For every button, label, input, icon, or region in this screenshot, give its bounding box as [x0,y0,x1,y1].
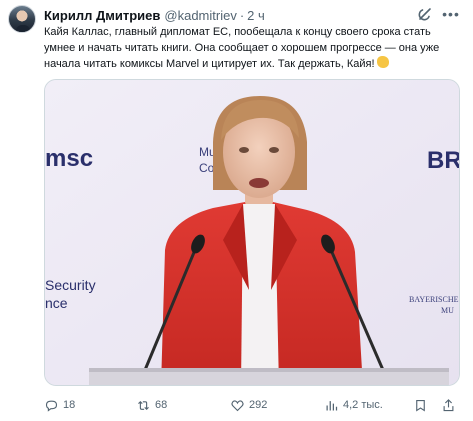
tweet-header: Кирилл Дмитриев @kadmitriev · 2 ч [44,6,265,24]
reply-icon [45,400,58,412]
repost-button[interactable]: 68 [136,396,167,414]
bookmark-icon [416,399,425,412]
share-icon [443,398,454,411]
separator-dot: · [239,7,245,23]
share-button[interactable] [441,396,460,414]
backdrop-br-logo: BR [427,147,460,174]
avatar[interactable] [8,5,36,33]
tweet-video[interactable]: msc Munich Security Conference Security … [44,79,460,386]
clapping-hands-emoji-icon [376,56,389,68]
views-count: 4,2 тыс. [343,399,383,411]
views-chart-icon [326,400,338,410]
backdrop-msc-logo: msc [45,145,93,172]
like-count: 292 [249,399,268,411]
reply-count: 18 [63,399,76,411]
repost-icon [138,400,149,410]
repost-count: 68 [155,399,168,411]
more-options-icon[interactable]: ••• [441,6,461,22]
tweet-text: Кайя Каллас, главный дипломат ЕС, пообещ… [44,24,460,72]
author-name[interactable]: Кирилл Дмитриев [44,8,160,23]
grok-icon[interactable] [417,6,433,22]
backdrop-left-bottom-line1: Security [45,277,96,293]
bookmark-button[interactable] [413,396,432,414]
author-handle[interactable]: @kadmitriev [164,8,236,23]
like-button[interactable]: 292 [230,396,267,414]
views-button[interactable]: 4,2 тыс. [324,396,383,414]
tweet-actions: 18 68 292 4,2 тыс. [44,396,464,414]
tweet[interactable]: Кирилл Дмитриев @kadmitriev · 2 ч ••• Ка… [0,0,473,421]
heart-icon [231,399,244,411]
timestamp[interactable]: 2 ч [247,8,265,23]
video-frame: msc Munich Security Conference Security … [45,80,460,385]
backdrop-left-bottom-line2: nce [45,295,68,311]
reply-button[interactable]: 18 [44,396,75,414]
backdrop-right-bottom-line2: MU [441,306,454,315]
backdrop-right-bottom-line1: BAYERISCHE [409,295,459,304]
